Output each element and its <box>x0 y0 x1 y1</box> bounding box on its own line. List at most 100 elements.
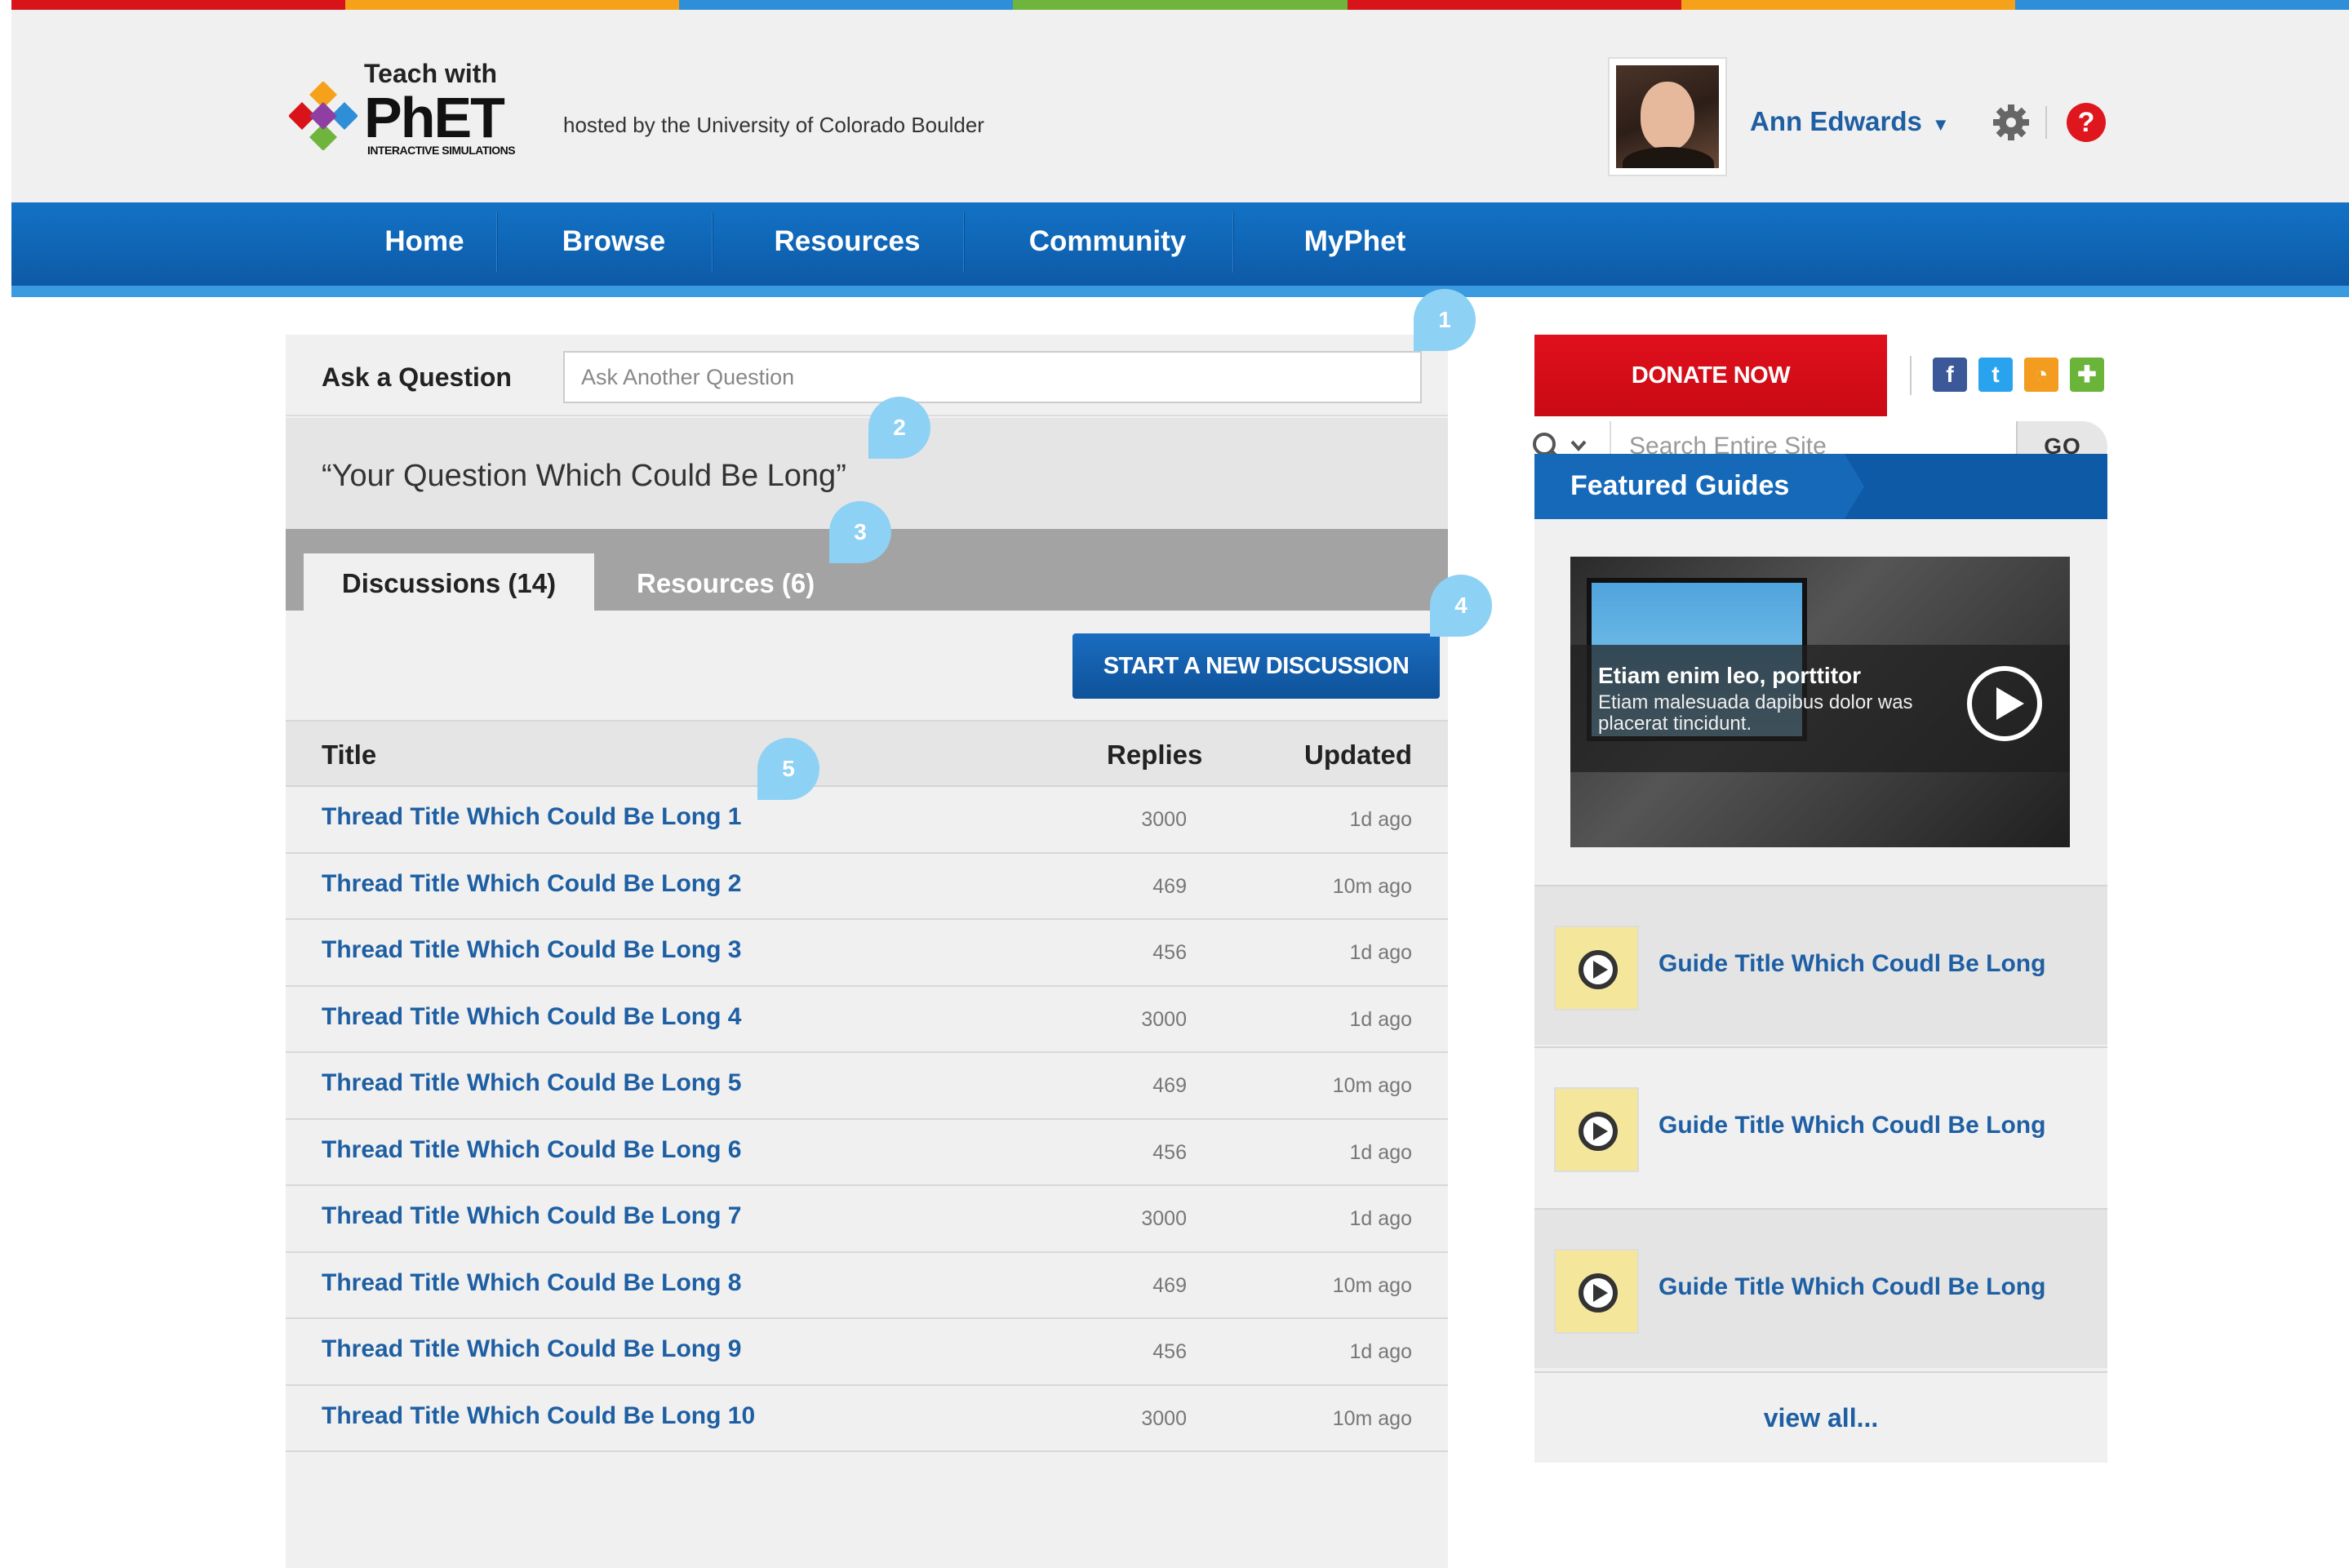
color-strip-segment <box>1681 0 2015 10</box>
rss-icon[interactable]: ◔ <box>2024 358 2058 392</box>
guide-title[interactable]: Guide Title Which Coudl Be Long <box>1659 950 2045 978</box>
video-title: Etiam enim leo, porttitor <box>1598 663 1862 688</box>
nav-divider <box>963 212 965 273</box>
nav-underline <box>11 286 2349 297</box>
twitter-icon[interactable]: t <box>1978 358 2013 392</box>
logo-subtitle: INTERACTIVE SIMULATIONS <box>367 144 516 157</box>
thread-link[interactable]: Thread Title Which Could Be Long 6 <box>322 1136 741 1164</box>
social-divider <box>1910 356 1912 395</box>
guide-thumbnail <box>1554 926 1639 1011</box>
play-icon[interactable] <box>1967 666 2042 741</box>
column-updated[interactable]: Updated <box>1304 740 1412 771</box>
thread-link[interactable]: Thread Title Which Could Be Long 3 <box>322 936 741 964</box>
main-nav: Home Browse Resources Community MyPhet G… <box>11 202 2349 472</box>
featured-guides-panel: Featured Guides Etiam enim leo, porttito… <box>1534 454 2107 1463</box>
avatar-photo <box>1616 65 1719 168</box>
updated-time: 1d ago <box>1349 808 1412 831</box>
avatar[interactable] <box>1608 57 1727 176</box>
ask-question-row: Ask a Question <box>286 335 1448 416</box>
tab-discussions[interactable]: Discussions (14) <box>304 553 594 612</box>
updated-time: 1d ago <box>1349 941 1412 964</box>
thread-link[interactable]: Thread Title Which Could Be Long 4 <box>322 1003 741 1031</box>
color-strip-segment <box>1013 0 1348 10</box>
logo-brand-text: PhET <box>364 86 505 149</box>
reply-count: 456 <box>1152 1340 1187 1363</box>
puzzle-logo-icon <box>289 82 357 150</box>
play-icon <box>1579 1273 1618 1313</box>
thread-link[interactable]: Thread Title Which Could Be Long 2 <box>322 870 741 898</box>
help-icon[interactable]: ? <box>2067 103 2106 142</box>
nav-home[interactable]: Home <box>344 202 504 281</box>
reply-count: 456 <box>1152 941 1187 964</box>
table-row: Thread Title Which Could Be Long 9 456 1d … <box>286 1319 1448 1386</box>
site-header: Teach with PhET INTERACTIVE SIMULATIONS … <box>11 10 2349 202</box>
updated-time: 10m ago <box>1332 1406 1412 1430</box>
donate-button[interactable]: DONATE NOW <box>1534 335 1887 416</box>
table-row: Thread Title Which Could Be Long 3 456 1d … <box>286 920 1448 987</box>
question-title: “Your Question Which Could Be Long” <box>322 459 846 493</box>
page: Teach with PhET INTERACTIVE SIMULATIONS … <box>11 0 2349 1568</box>
start-new-discussion-button[interactable]: START A NEW DISCUSSION <box>1072 633 1440 699</box>
table-row: Thread Title Which Could Be Long 1 3000 1d… <box>286 787 1448 854</box>
gear-icon[interactable] <box>1992 103 2031 142</box>
nav-resources[interactable]: Resources <box>722 202 973 281</box>
updated-time: 1d ago <box>1349 1207 1412 1230</box>
caret-down-icon: ▼ <box>1931 114 1950 135</box>
thread-link[interactable]: Thread Title Which Could Be Long 7 <box>322 1202 741 1230</box>
annotation-pin-2: 2 <box>868 397 930 459</box>
reply-count: 3000 <box>1141 1007 1187 1031</box>
reply-count: 3000 <box>1141 1207 1187 1230</box>
thread-list: Thread Title Which Could Be Long 1 3000 1d… <box>286 787 1448 1452</box>
video-subtitle: Etiam malesuada dapibus dolor was placer… <box>1598 691 1913 735</box>
guide-title[interactable]: Guide Title Which Coudl Be Long <box>1659 1273 2045 1301</box>
nav-community[interactable]: Community <box>973 202 1242 281</box>
column-title[interactable]: Title <box>322 740 376 771</box>
facebook-icon[interactable]: f <box>1933 358 1967 392</box>
guide-title[interactable]: Guide Title Which Coudl Be Long <box>1659 1112 2045 1139</box>
table-row: Thread Title Which Could Be Long 8 469 10m… <box>286 1253 1448 1319</box>
guide-item[interactable]: Guide Title Which Coudl Be Long <box>1534 1046 2107 1206</box>
guide-item[interactable]: Guide Title Which Coudl Be Long <box>1534 885 2107 1045</box>
reply-count: 3000 <box>1141 808 1187 831</box>
hosted-by-text: hosted by the University of Colorado Bou… <box>563 113 984 137</box>
updated-time: 1d ago <box>1349 1140 1412 1164</box>
color-strip-segment <box>679 0 1014 10</box>
ask-question-input[interactable] <box>563 351 1422 403</box>
phet-logo[interactable]: Teach with PhET INTERACTIVE SIMULATIONS <box>289 52 558 167</box>
thread-link[interactable]: Thread Title Which Could Be Long 8 <box>322 1269 741 1297</box>
nav-browse[interactable]: Browse <box>504 202 723 281</box>
reply-count: 456 <box>1152 1140 1187 1164</box>
updated-time: 10m ago <box>1332 1074 1412 1097</box>
thread-link[interactable]: Thread Title Which Could Be Long 10 <box>322 1402 755 1430</box>
featured-guides-header: Featured Guides <box>1534 454 2107 519</box>
table-row: Thread Title Which Could Be Long 5 469 10m… <box>286 1053 1448 1120</box>
table-row: Thread Title Which Could Be Long 10 3000 1… <box>286 1386 1448 1452</box>
column-replies[interactable]: Replies <box>1107 740 1202 771</box>
table-row: Thread Title Which Could Be Long 4 3000 1d… <box>286 987 1448 1053</box>
thread-link[interactable]: Thread Title Which Could Be Long 5 <box>322 1069 741 1097</box>
nav-divider <box>712 212 713 273</box>
table-row: Thread Title Which Could Be Long 2 469 10m… <box>286 854 1448 920</box>
plus-icon[interactable]: ✚ <box>2070 358 2104 392</box>
table-row: Thread Title Which Could Be Long 6 456 1d … <box>286 1120 1448 1186</box>
updated-time: 10m ago <box>1332 874 1412 898</box>
reply-count: 3000 <box>1141 1406 1187 1430</box>
nav-myphet[interactable]: MyPhet <box>1242 202 1468 281</box>
updated-time: 10m ago <box>1332 1273 1412 1297</box>
table-header: Title Replies Updated <box>286 720 1448 787</box>
color-strip-segment <box>11 0 346 10</box>
annotation-pin-1: 1 <box>1414 289 1476 351</box>
annotation-pin-5: 5 <box>757 738 819 800</box>
tab-resources[interactable]: Resources (6) <box>637 553 815 612</box>
guide-thumbnail <box>1554 1087 1639 1172</box>
guide-item[interactable]: Guide Title Which Coudl Be Long <box>1534 1208 2107 1368</box>
ask-question-label: Ask a Question <box>322 362 512 392</box>
user-menu[interactable]: Ann Edwards ▼ <box>1750 106 1950 137</box>
featured-guides-title: Featured Guides <box>1570 470 1790 501</box>
view-all-link[interactable]: view all... <box>1534 1371 2107 1461</box>
thread-link[interactable]: Thread Title Which Could Be Long 1 <box>322 803 741 831</box>
user-name: Ann Edwards <box>1750 106 1922 136</box>
featured-video[interactable]: Etiam enim leo, porttitor Etiam malesuad… <box>1570 557 2070 847</box>
thread-link[interactable]: Thread Title Which Could Be Long 9 <box>322 1335 741 1363</box>
table-row: Thread Title Which Could Be Long 7 3000 1d… <box>286 1186 1448 1253</box>
